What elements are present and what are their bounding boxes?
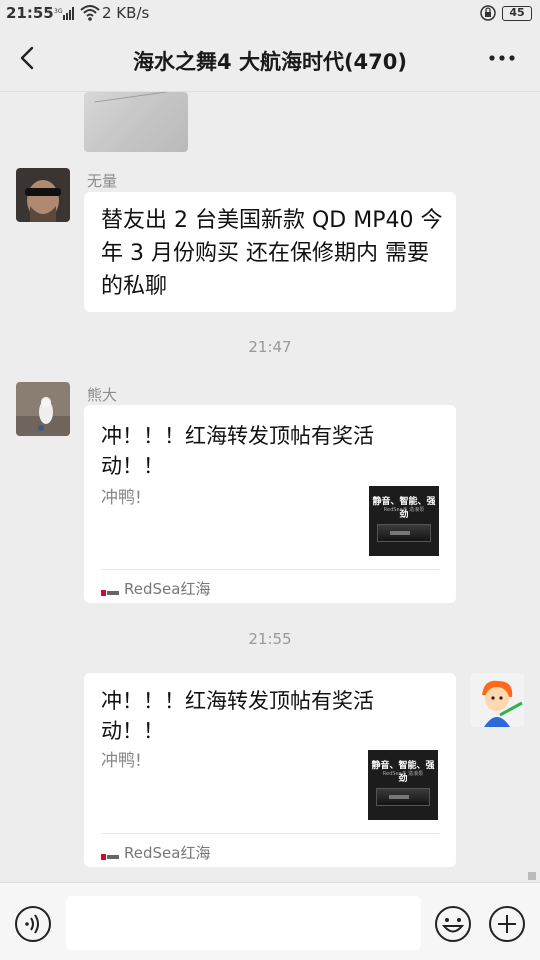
card-thumbnail: 静音、智能、强劲 RedSea® 造浪泵	[368, 750, 438, 820]
battery-icon: 45	[502, 6, 532, 21]
card-source: RedSea红海	[101, 842, 210, 863]
card-divider	[101, 833, 439, 834]
card-description: 冲鸭!	[101, 488, 142, 508]
network-speed: 2 KB/s	[102, 4, 150, 22]
voice-icon[interactable]	[14, 905, 52, 943]
avatar[interactable]	[470, 673, 524, 727]
back-icon[interactable]	[14, 44, 42, 72]
card-description: 冲鸭!	[101, 751, 142, 771]
time-divider: 21:47	[248, 338, 292, 356]
card-divider	[101, 569, 439, 570]
message-bubble[interactable]: 替友出 2 台美国新款 QD MP40 今年 3 月份购买 还在保修期内 需要的…	[84, 192, 456, 312]
chat-header: 海水之舞4 大航海时代(470)	[0, 28, 540, 92]
message-input[interactable]	[66, 896, 421, 950]
message-text: 替友出 2 台美国新款 QD MP40 今年 3 月份购买 还在保修期内 需要的…	[101, 208, 443, 299]
avatar[interactable]	[16, 168, 70, 222]
emoji-icon[interactable]	[434, 905, 472, 943]
thumb-subtitle: RedSea® 造浪泵	[382, 771, 424, 777]
link-card[interactable]: 冲！！！红海转发顶帖有奖活动！！ 冲鸭! 静音、智能、强劲 RedSea® 造浪…	[84, 405, 456, 603]
chat-title: 海水之舞4 大航海时代(470)	[133, 50, 407, 74]
wifi-icon	[80, 4, 100, 26]
card-source-label: RedSea红海	[124, 844, 211, 862]
card-title: 冲！！！红海转发顶帖有奖活动！！	[101, 689, 374, 743]
more-icon[interactable]	[486, 44, 518, 72]
lock-icon	[480, 4, 496, 26]
chat-message-list[interactable]: 无量 替友出 2 台美国新款 QD MP40 今年 3 月份购买 还在保修期内 …	[0, 92, 540, 882]
card-thumbnail: 静音、智能、强劲 RedSea® 造浪泵	[369, 486, 439, 556]
card-source: RedSea红海	[101, 578, 210, 599]
product-image	[377, 524, 431, 542]
sender-name: 无量	[87, 172, 118, 190]
card-title: 冲！！！红海转发顶帖有奖活动！！	[101, 424, 374, 478]
card-source-label: RedSea红海	[124, 580, 211, 598]
input-bar	[0, 882, 540, 960]
avatar[interactable]	[16, 382, 70, 436]
signal-icon: 3G	[54, 6, 76, 24]
network-label: 3G	[54, 8, 63, 15]
sender-name: 熊大	[87, 386, 118, 404]
status-bar: 21:55 3G 2 KB/s 45	[0, 0, 540, 28]
time-divider: 21:55	[248, 630, 292, 648]
redsea-logo-icon	[101, 848, 119, 860]
resize-handle	[528, 872, 536, 880]
status-time: 21:55	[6, 4, 54, 22]
image-message[interactable]	[84, 92, 188, 152]
link-card[interactable]: 冲！！！红海转发顶帖有奖活动！！ 冲鸭! 静音、智能、强劲 RedSea® 造浪…	[84, 673, 456, 867]
plus-icon[interactable]	[488, 905, 526, 943]
thumb-subtitle: RedSea® 造浪泵	[383, 507, 425, 513]
product-image	[376, 788, 430, 806]
redsea-logo-icon	[101, 584, 119, 596]
